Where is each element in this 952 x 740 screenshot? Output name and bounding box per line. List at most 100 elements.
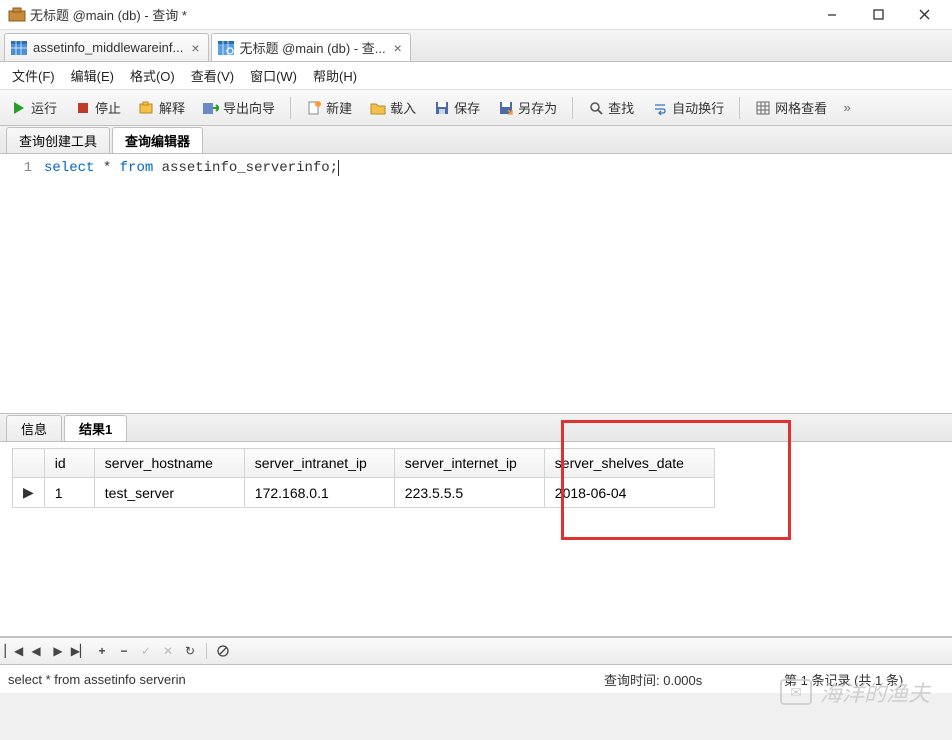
window-title: 无标题 @main (db) - 查询 *	[30, 5, 810, 24]
run-label: 运行	[31, 98, 57, 117]
menu-window[interactable]: 窗口(W)	[244, 63, 303, 88]
toolbar-overflow[interactable]: »	[838, 100, 856, 115]
explain-label: 解释	[159, 98, 185, 117]
query-icon	[218, 41, 234, 55]
result-tabstrip: 信息 结果1	[0, 414, 952, 442]
nav-commit[interactable]: ✓	[136, 641, 156, 661]
nav-next[interactable]: ▶	[48, 641, 68, 661]
table-row[interactable]: ▶ 1 test_server 172.168.0.1 223.5.5.5 20…	[13, 478, 715, 508]
explain-button[interactable]: 解释	[132, 93, 192, 122]
editor-tabstrip: 查询创建工具 查询编辑器	[0, 126, 952, 154]
load-button[interactable]: 载入	[363, 93, 423, 122]
window-titlebar: 无标题 @main (db) - 查询 *	[0, 0, 952, 30]
export-label: 导出向导	[223, 98, 275, 117]
menu-view[interactable]: 查看(V)	[185, 63, 240, 88]
maximize-button[interactable]	[856, 0, 902, 30]
nav-refresh[interactable]: ↻	[180, 641, 200, 661]
stop-button[interactable]: 停止	[68, 93, 128, 122]
col-shelves-date[interactable]: server_shelves_date	[544, 449, 714, 478]
find-button[interactable]: 查找	[581, 93, 641, 122]
nav-prev[interactable]: ◀	[26, 641, 46, 661]
app-icon	[8, 7, 26, 23]
line-number: 1	[24, 160, 32, 176]
col-hostname[interactable]: server_hostname	[94, 449, 244, 478]
col-intranet[interactable]: server_intranet_ip	[244, 449, 394, 478]
status-record-count: 第 1 条记录 (共 1 条)	[784, 670, 944, 689]
separator	[206, 643, 207, 659]
separator	[739, 97, 740, 119]
sql-editor[interactable]: 1 select * from assetinfo_serverinfo;	[0, 154, 952, 414]
wrap-icon	[652, 100, 668, 116]
explain-icon	[139, 100, 155, 116]
cursor	[338, 160, 347, 176]
nav-delete[interactable]: −	[114, 641, 134, 661]
col-id[interactable]: id	[44, 449, 94, 478]
code-text: *	[94, 160, 119, 176]
grid-header-row: id server_hostname server_intranet_ip se…	[13, 449, 715, 478]
cell-internet[interactable]: 223.5.5.5	[394, 478, 544, 508]
minimize-button[interactable]	[810, 0, 856, 30]
col-internet[interactable]: server_internet_ip	[394, 449, 544, 478]
nav-stop[interactable]	[213, 641, 233, 661]
row-pointer-icon: ▶	[13, 478, 45, 508]
save-label: 保存	[454, 98, 480, 117]
save-as-button[interactable]: 另存为	[491, 93, 564, 122]
search-icon	[588, 100, 604, 116]
nav-last[interactable]: ▶▏	[70, 641, 90, 661]
nav-cancel[interactable]: ✕	[158, 641, 178, 661]
tab-query-editor[interactable]: 查询编辑器	[112, 127, 203, 153]
close-icon[interactable]: ×	[394, 40, 402, 56]
cell-hostname[interactable]: test_server	[94, 478, 244, 508]
grid-view-button[interactable]: 网格查看	[748, 93, 834, 122]
result-area: 信息 结果1 id server_hostname server_intrane…	[0, 414, 952, 637]
find-label: 查找	[608, 98, 634, 117]
load-label: 载入	[390, 98, 416, 117]
run-button[interactable]: 运行	[4, 93, 64, 122]
close-button[interactable]	[902, 0, 948, 30]
save-as-icon	[498, 100, 514, 116]
code-area[interactable]: select * from assetinfo_serverinfo;	[40, 154, 952, 413]
save-icon	[434, 100, 450, 116]
separator	[290, 97, 291, 119]
window-controls	[810, 0, 948, 30]
status-left: select * from assetinfo serverin	[8, 672, 604, 687]
record-navbar: ▏◀ ◀ ▶ ▶▏ + − ✓ ✕ ↻	[0, 637, 952, 665]
save-button[interactable]: 保存	[427, 93, 487, 122]
nav-first[interactable]: ▏◀	[4, 641, 24, 661]
row-selector-header[interactable]	[13, 449, 45, 478]
kw-from: from	[120, 160, 154, 176]
menu-help[interactable]: 帮助(H)	[307, 63, 363, 88]
export-wizard-button[interactable]: 导出向导	[196, 93, 282, 122]
filetab-1[interactable]: 无标题 @main (db) - 查... ×	[211, 33, 411, 61]
new-icon	[306, 100, 322, 116]
stop-icon	[75, 100, 91, 116]
cell-shelves-date[interactable]: 2018-06-04	[544, 478, 714, 508]
auto-wrap-button[interactable]: 自动换行	[645, 93, 731, 122]
tab-result1[interactable]: 结果1	[64, 415, 127, 441]
filetab-0[interactable]: assetinfo_middlewareinf... ×	[4, 33, 209, 61]
file-tabstrip: assetinfo_middlewareinf... × 无标题 @main (…	[0, 30, 952, 62]
menubar: 文件(F) 编辑(E) 格式(O) 查看(V) 窗口(W) 帮助(H)	[0, 62, 952, 90]
cell-id[interactable]: 1	[44, 478, 94, 508]
tab-query-builder[interactable]: 查询创建工具	[6, 127, 110, 153]
menu-format[interactable]: 格式(O)	[124, 63, 181, 88]
export-icon	[203, 100, 219, 116]
statusbar: select * from assetinfo serverin 查询时间: 0…	[0, 665, 952, 693]
tab-info[interactable]: 信息	[6, 415, 62, 441]
line-gutter: 1	[0, 154, 40, 413]
menu-edit[interactable]: 编辑(E)	[65, 63, 120, 88]
cell-intranet[interactable]: 172.168.0.1	[244, 478, 394, 508]
close-icon[interactable]: ×	[191, 40, 199, 56]
result-grid: id server_hostname server_intranet_ip se…	[12, 448, 715, 508]
new-button[interactable]: 新建	[299, 93, 359, 122]
play-icon	[11, 100, 27, 116]
grid-label: 网格查看	[775, 98, 827, 117]
separator	[572, 97, 573, 119]
wrap-label: 自动换行	[672, 98, 724, 117]
table-icon	[11, 41, 27, 55]
menu-file[interactable]: 文件(F)	[6, 63, 61, 88]
grid-icon	[755, 100, 771, 116]
kw-select: select	[44, 160, 94, 176]
nav-add[interactable]: +	[92, 641, 112, 661]
toolbar: 运行 停止 解释 导出向导 新建 载入 保存 另存为 查找 自动换行 网格查看 …	[0, 90, 952, 126]
